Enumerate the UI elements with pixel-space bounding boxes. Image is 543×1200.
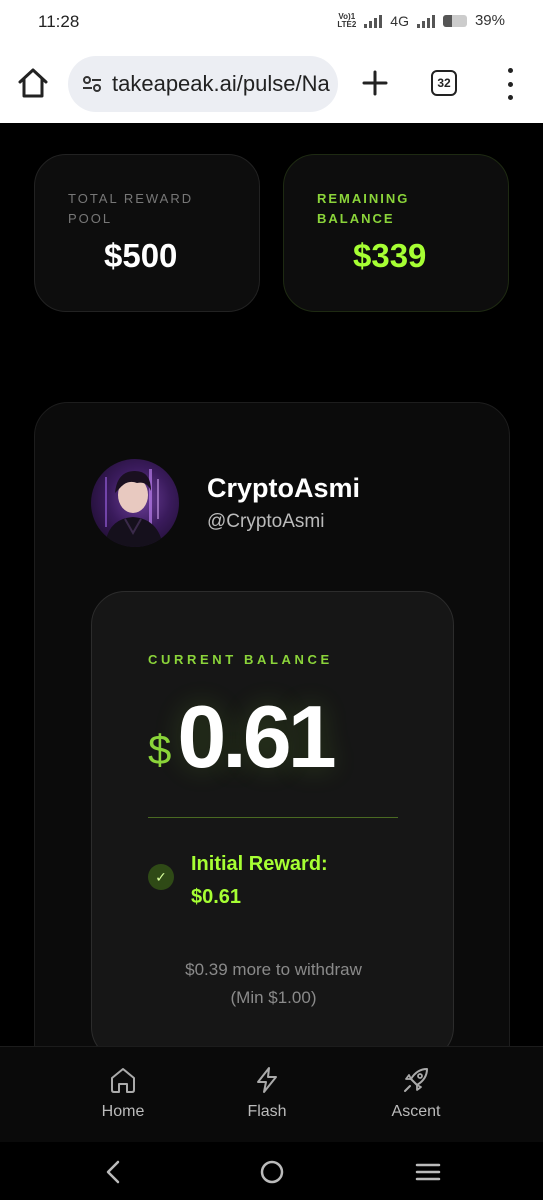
network-type: 4G <box>390 12 409 29</box>
initial-reward-value: $0.61 <box>191 886 242 908</box>
withdraw-note: $0.39 more to withdraw (Min $1.00) <box>92 956 455 1012</box>
profile-card: CryptoAsmi @CryptoAsmi CURRENT BALANCE $… <box>34 402 510 1102</box>
total-reward-pool-label: TOTAL REWARD POOL <box>68 191 194 226</box>
address-bar[interactable]: takeapeak.ai/pulse/Na <box>68 56 338 112</box>
current-balance-value: 0.61 <box>177 687 336 786</box>
status-bar: 11:28 Vo)1 LTE2 4G 39% <box>0 0 543 44</box>
volte-icon: Vo)1 LTE2 <box>337 11 357 29</box>
remaining-balance-value: $339 <box>353 237 427 274</box>
tab-switcher-button[interactable]: 32 <box>431 70 457 96</box>
flash-icon <box>257 1067 277 1093</box>
browser-menu-button[interactable] <box>500 68 520 100</box>
nav-flash[interactable]: Flash <box>212 1065 322 1121</box>
battery-percent: 39% <box>474 12 505 29</box>
rocket-icon <box>404 1068 428 1092</box>
current-balance-label: CURRENT BALANCE <box>148 652 333 667</box>
current-balance-amount: $ 0.61 <box>148 687 337 788</box>
nav-home-label: Home <box>101 1103 145 1120</box>
avatar-image <box>105 469 163 547</box>
nav-ascent-label: Ascent <box>391 1103 441 1120</box>
recents-button[interactable] <box>414 1158 442 1186</box>
nav-home[interactable]: Home <box>68 1065 178 1121</box>
total-reward-pool-value: $500 <box>104 237 178 274</box>
home-button[interactable] <box>14 64 52 102</box>
home-system-button[interactable] <box>258 1158 286 1186</box>
bottom-nav: Home Flash Ascent <box>0 1046 543 1142</box>
current-balance-card: CURRENT BALANCE $ 0.61 ✓ Initial Reward:… <box>91 591 454 1061</box>
status-time: 11:28 <box>38 12 80 31</box>
battery-icon <box>442 14 467 27</box>
initial-reward: Initial Reward: $0.61 <box>191 848 328 914</box>
status-icons: Vo)1 LTE2 4G 39% <box>337 12 505 29</box>
profile-handle: @CryptoAsmi <box>207 511 325 532</box>
avatar <box>91 459 179 547</box>
url-text[interactable]: takeapeak.ai/pulse/Na <box>112 71 330 97</box>
check-icon: ✓ <box>148 864 174 890</box>
new-tab-button[interactable] <box>358 66 392 100</box>
remaining-balance-label: REMAINING BALANCE <box>317 191 410 226</box>
withdraw-minimum-text: (Min $1.00) <box>230 988 317 1007</box>
back-button[interactable] <box>100 1158 128 1186</box>
nav-flash-label: Flash <box>247 1103 287 1120</box>
withdraw-remaining-text: $0.39 more to withdraw <box>185 960 362 979</box>
remaining-balance-card: REMAINING BALANCE $339 <box>283 154 509 312</box>
home-icon <box>111 1068 135 1093</box>
total-reward-pool-card: TOTAL REWARD POOL $500 <box>34 154 260 312</box>
initial-reward-label: Initial Reward: <box>191 853 328 875</box>
signal-icon <box>364 14 383 28</box>
profile-name: CryptoAsmi <box>207 473 361 503</box>
nav-ascent[interactable]: Ascent <box>361 1065 471 1121</box>
divider <box>148 817 398 818</box>
site-settings-icon[interactable] <box>80 72 104 96</box>
currency-symbol: $ <box>148 726 172 773</box>
signal-icon-2 <box>416 14 435 28</box>
browser-toolbar: takeapeak.ai/pulse/Na 32 <box>0 44 543 123</box>
system-nav-bar <box>0 1142 543 1200</box>
